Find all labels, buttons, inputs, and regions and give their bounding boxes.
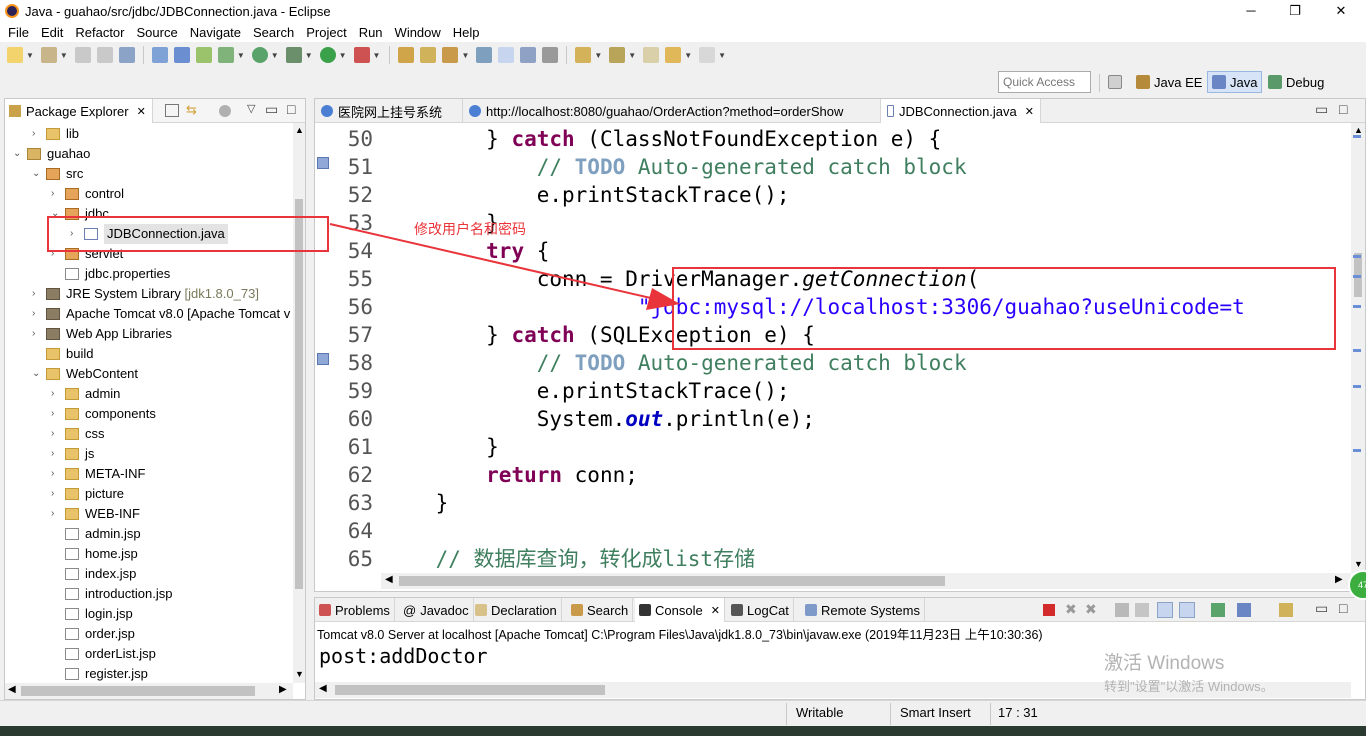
annotation-arrow xyxy=(329,223,680,310)
